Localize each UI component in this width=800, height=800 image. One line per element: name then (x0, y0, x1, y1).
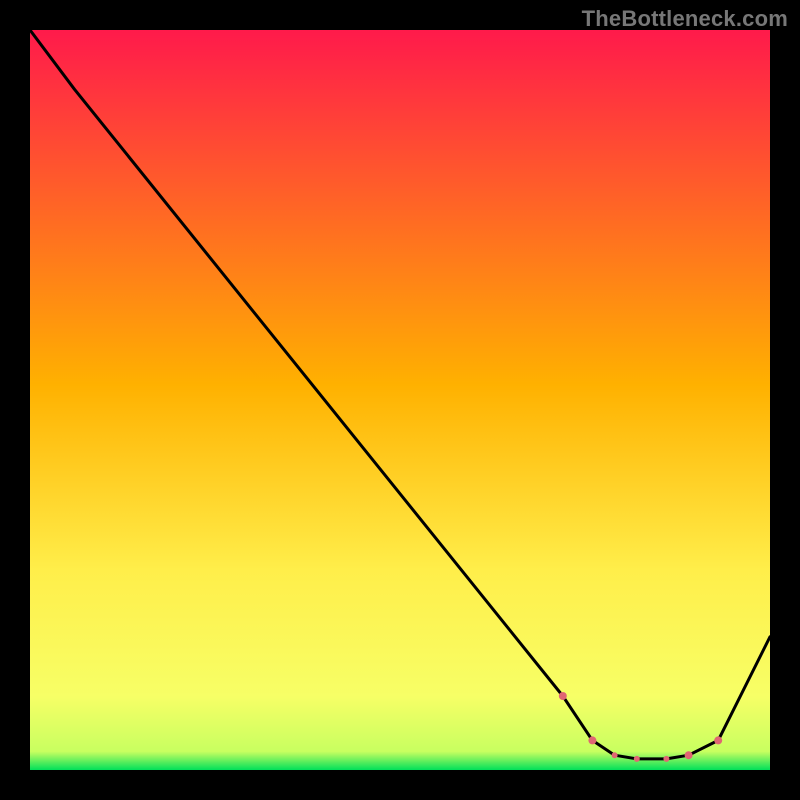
chart-plot (30, 30, 770, 770)
marker-point (559, 692, 567, 700)
marker-point (612, 752, 618, 758)
marker-point (634, 756, 640, 762)
marker-point (588, 736, 596, 744)
marker-point (663, 756, 669, 762)
marker-point (714, 736, 722, 744)
source-label: TheBottleneck.com (582, 6, 788, 32)
gradient-background (30, 30, 770, 770)
marker-point (685, 751, 693, 759)
chart-container: { "source_label": "TheBottleneck.com", "… (0, 0, 800, 800)
